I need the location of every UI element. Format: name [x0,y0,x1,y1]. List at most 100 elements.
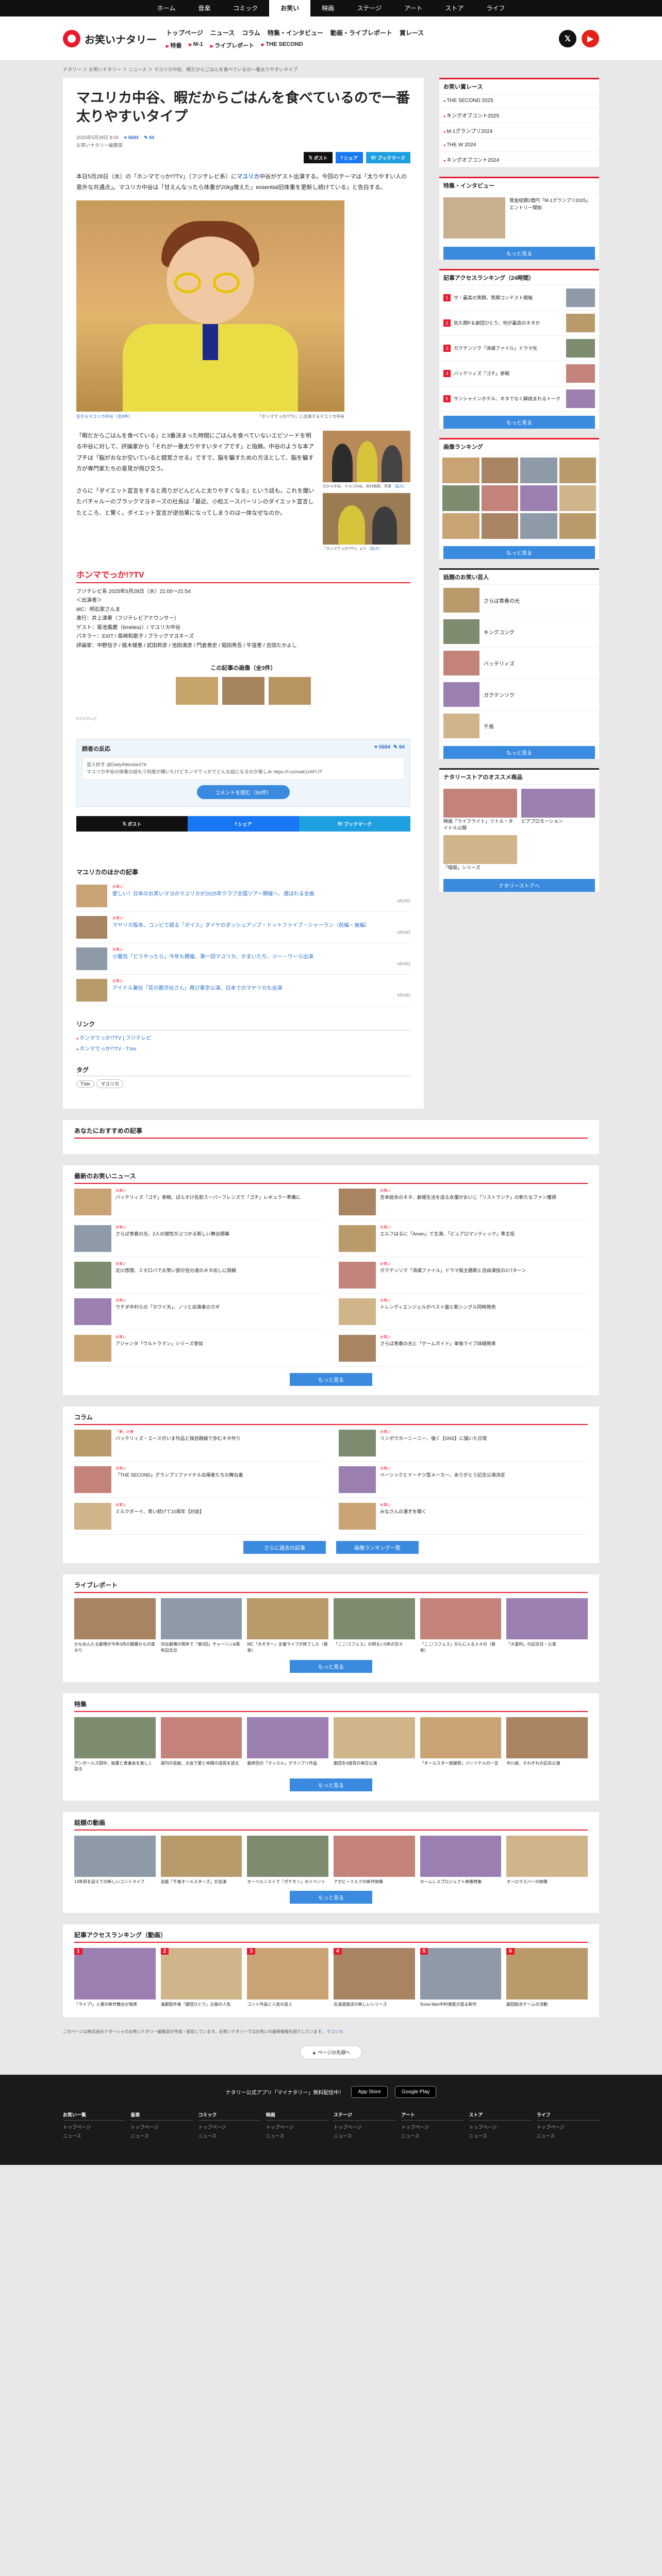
hero-gallery-link[interactable]: 左からマユリカ中谷（全8件） [76,414,132,419]
topnav-item[interactable]: お笑い [269,0,311,16]
list-item[interactable]: お笑い ウチダ中村らの「ホワイ天」、ノリと出演者のカギ [74,1294,323,1331]
ranking-card[interactable]: 3 コント作品と人気の芸人 [247,1948,328,2008]
header-nav-link[interactable]: 動画・ライブレポート [330,28,392,37]
card-item[interactable]: アガビーミルクの新作映像 [334,1835,415,1885]
ranking-card[interactable]: 1 「ライブ!」人達の新作舞台が発表 [74,1948,156,2008]
header-nav-link[interactable]: 賞レース [400,28,424,37]
card-item[interactable]: ホームレスプロジェクト映像特集 [420,1835,502,1885]
hero-image[interactable] [76,200,344,412]
footer-link[interactable]: トップページ [469,2124,532,2130]
logo[interactable]: お笑いナタリー [63,30,157,47]
footer-heading[interactable]: 映画 [266,2111,328,2121]
ranking-item[interactable]: 1 ザ・最高の笑顔、笑顔コンテスト開催 [439,285,599,311]
ranking-item[interactable]: 4 バッテリィズ「ゴチ」参戦 [439,361,599,386]
footer-link[interactable]: ニュース [266,2132,328,2139]
side-image-2[interactable] [323,493,410,545]
list-item[interactable]: お笑い 「THE SECOND」グランプリファイナル出場者たちの舞台裏 [74,1462,323,1499]
more-button[interactable]: もっと見る [443,746,595,759]
footer-link[interactable]: ニュース [469,2132,532,2139]
sidebar-item[interactable]: キングオブコント2025 [439,108,599,123]
footer-heading[interactable]: 音楽 [130,2111,193,2121]
card-item[interactable]: 「オールスター感謝祭」パーソナルの一言 [420,1717,502,1772]
sidebar-item[interactable]: THE W 2024 [439,139,599,152]
enlarge-link[interactable]: ［拡大］ [368,547,382,551]
more-button[interactable]: もっと見る [443,546,595,559]
header-sub-link[interactable]: THE SECOND [261,41,303,49]
list-item[interactable]: お笑い トレンディエンジェルがベスト盤と新シングル同時発売 [339,1294,588,1331]
list-item[interactable]: お笑い エルフはるに「Amen」で主演、「ピュアロマンティック」準主役 [339,1221,588,1258]
gallery-thumb[interactable] [222,677,264,705]
footer-heading[interactable]: お笑い一覧 [63,2111,126,2121]
article-link[interactable]: お笑い アイドル兼任「花の都渋谷さん」再び東京公演、日本でのマヤリカも出演 5月28… [112,979,410,998]
article-thumb[interactable] [76,916,107,939]
card-item[interactable]: 「ここ!コフェス」の明るい5年の日々 [334,1598,415,1653]
footer-link[interactable]: トップページ [63,2124,125,2130]
photo-thumb[interactable] [559,513,596,539]
more-button[interactable]: もっと見る [290,1659,372,1673]
sidebar-item[interactable]: キングオブコント2024 [439,152,599,167]
list-item[interactable]: お笑い みなさんの漫才を聞く [339,1498,588,1535]
gallery-thumb[interactable] [269,677,311,705]
share-hatena-button[interactable]: B! ブックマーク [299,816,410,832]
ranking-item[interactable]: 5 サンシャインホテル、ネタでなく解説まれるトーク [439,386,599,412]
share-x-button[interactable]: 𝕏 ポスト [76,816,188,832]
topnav-item[interactable]: ホーム [146,0,187,16]
person-item[interactable]: ガクテンソク [439,679,599,710]
photo-thumb[interactable] [559,485,596,511]
past-articles-button[interactable]: さらに過去の記事 [243,1541,326,1554]
list-item[interactable]: お笑い 吉本総合のネタ、劇場生活を送る女優がおいじ「リストランテ」の新たなファン獲… [339,1184,588,1221]
topnav-item[interactable]: アート [393,0,434,16]
feature-item[interactable]: ピアプロモーション [521,789,595,831]
interview-link[interactable]: 賞金総額1億円「M-1グランプリ2025」エントリー開始 [509,197,595,239]
interview-image[interactable] [443,197,505,239]
list-item[interactable]: お笑い ガクテンソク「消滅ファイル」ドラマ版主題歌と自由演技の2パターン [339,1257,588,1294]
note-link[interactable]: マユリカ [326,2029,343,2034]
artist-link[interactable]: マユリカ [237,174,259,180]
footer-link[interactable]: ニュース [334,2132,396,2139]
list-item[interactable]: お笑い リンボウカーニーニー、強く【SNS】に描いた日常 [339,1425,588,1462]
ranking-item[interactable]: 2 佐久間P＆劇団ひとり、何が最高のネタか [439,311,599,336]
topnav-item[interactable]: ストア [434,0,475,16]
card-item[interactable]: MC「大ギター」主催ライブが終了した（発表） [247,1598,328,1653]
footer-link[interactable]: ニュース [63,2132,125,2139]
external-link[interactable]: ホンマでっか!?TV - TVer [76,1044,410,1052]
photo-thumb[interactable] [520,513,557,539]
enlarge-link[interactable]: ［拡大］ [392,485,407,488]
card-item[interactable]: アンガールズ田中、秘書と食事会を楽しく語る [74,1717,156,1772]
footer-heading[interactable]: ライフ [536,2111,599,2121]
card-item[interactable]: 「ここ!コフェス」が心に入る人々の（発表） [420,1598,502,1653]
topnav-item[interactable]: ライフ [475,0,516,16]
footer-heading[interactable]: コミック [198,2111,261,2121]
list-item[interactable]: お笑い バッテリィズ「ゴチ」参戦、ぽんすけ名前スーパーフレンズで「ゴチ」レギュラー… [74,1184,323,1221]
share-hatena-button[interactable]: B! ブックマーク [366,152,410,164]
card-item[interactable]: 「大喜利」の記念日・公演 [506,1598,588,1653]
list-item[interactable]: お笑い 愛しい！日本のお笑いマヨのマユリカが2025年クラブ全国ツアー開催へ、選ば… [76,880,410,912]
photo-thumb[interactable] [442,513,479,539]
read-comments-button[interactable]: コメントを読む（94件） [197,785,290,800]
list-item[interactable]: お笑い アイドル兼任「花の都渋谷さん」再び東京公演、日本でのマヤリカも出演 5月28… [76,975,410,1007]
footer-link[interactable]: ニュース [130,2132,193,2139]
list-item[interactable]: お笑い ミルクボーイ、笑い続けて10周年【対談】 [74,1498,323,1535]
list-item[interactable]: お笑い 小籠包「どうやったら」今年も開催、第一回マユリカ、かまいたち、ジー・ウーら… [76,943,410,975]
ranking-item[interactable]: 3 ガクテンソク「消滅ファイル」ドラマ化 [439,336,599,361]
person-item[interactable]: キングコング [439,616,599,648]
card-item[interactable]: オーロラスパーの映像 [506,1835,588,1885]
ranking-card[interactable]: 4 北海道放送の新しいシリーズ [334,1948,415,2008]
side-image-1[interactable] [323,430,410,482]
footer-link[interactable]: トップページ [537,2124,599,2130]
back-to-top-button[interactable]: ▲ ページの先頭へ [300,2045,362,2060]
header-sub-link[interactable]: 特番 [166,41,181,49]
person-item[interactable]: さらば青春の光 [439,585,599,616]
article-link[interactable]: お笑い マヤリカ阪本、コンビで語る「ボイス」ダイヤのダッシュアップ・ドットファイブ… [112,916,410,936]
footer-link[interactable]: ニュース [401,2132,464,2139]
footer-link[interactable]: トップページ [401,2124,464,2130]
footer-link[interactable]: トップページ [130,2124,193,2130]
footer-link[interactable]: トップページ [266,2124,328,2130]
person-item[interactable]: バッテリィズ [439,648,599,679]
stock-count[interactable]: ♥ 5694 [124,134,139,141]
gallery-thumb[interactable] [176,677,218,705]
photo-thumb[interactable] [481,485,518,511]
header-sub-link[interactable]: M-1 [189,41,203,49]
article-thumb[interactable] [76,885,107,908]
more-button[interactable]: もっと見る [443,416,595,429]
